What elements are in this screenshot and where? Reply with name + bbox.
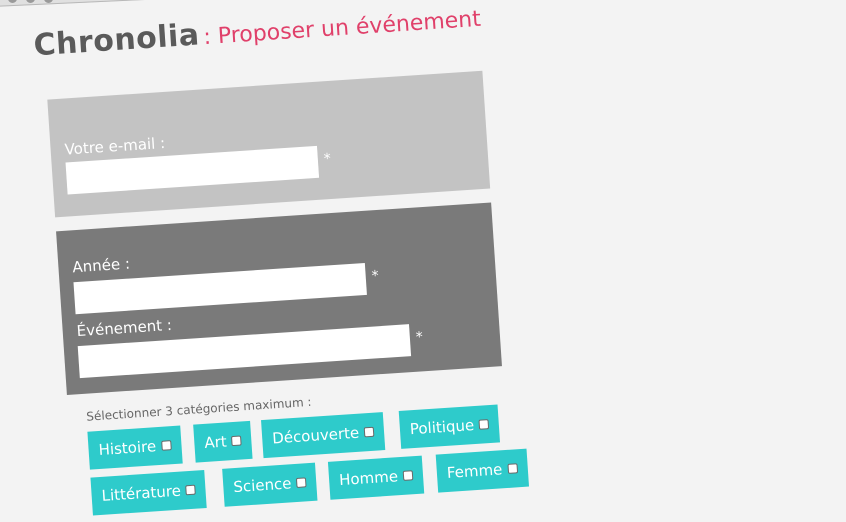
category-decouverte[interactable]: Découverte — [261, 412, 386, 459]
category-label: Art — [203, 432, 228, 452]
email-label: Votre e-mail : — [64, 133, 166, 159]
page-content: Chronolia: Proposer un événement Votre e… — [0, 0, 846, 522]
required-marker: * — [415, 329, 424, 346]
category-science[interactable]: Science — [222, 462, 318, 507]
category-homme[interactable]: Homme — [327, 455, 425, 500]
category-histoire[interactable]: Histoire — [87, 425, 183, 470]
category-label: Politique — [409, 416, 475, 439]
category-checkbox[interactable] — [160, 440, 172, 451]
category-art[interactable]: Art — [193, 420, 253, 463]
category-label: Histoire — [98, 437, 157, 459]
page-title: : Proposer un événement — [202, 6, 482, 51]
category-label: Science — [232, 474, 293, 497]
category-femme[interactable]: Femme — [435, 448, 529, 493]
category-checkbox[interactable] — [402, 470, 414, 481]
year-label: Année : — [71, 254, 131, 277]
category-checkbox[interactable] — [363, 426, 375, 438]
category-checkbox[interactable] — [478, 419, 490, 430]
brand-logo[interactable]: Chronolia — [33, 17, 201, 63]
category-label: Homme — [338, 467, 399, 490]
email-panel: Votre e-mail : * — [47, 70, 491, 218]
category-politique[interactable]: Politique — [398, 404, 501, 449]
event-label: Événement : — [76, 315, 173, 341]
category-label: Femme — [446, 460, 503, 482]
event-panel: Année : * Événement : * — [56, 202, 502, 395]
category-litterature[interactable]: Littérature — [90, 470, 208, 516]
category-checkbox[interactable] — [296, 477, 307, 488]
category-label: Littérature — [101, 481, 182, 505]
required-marker: * — [323, 150, 332, 168]
category-checkbox[interactable] — [231, 435, 242, 447]
required-marker: * — [371, 268, 380, 285]
category-checkbox[interactable] — [185, 484, 197, 496]
page-header: Chronolia: Proposer un événement — [33, 0, 482, 64]
category-checkbox[interactable] — [506, 463, 518, 474]
category-label: Découverte — [271, 423, 360, 448]
